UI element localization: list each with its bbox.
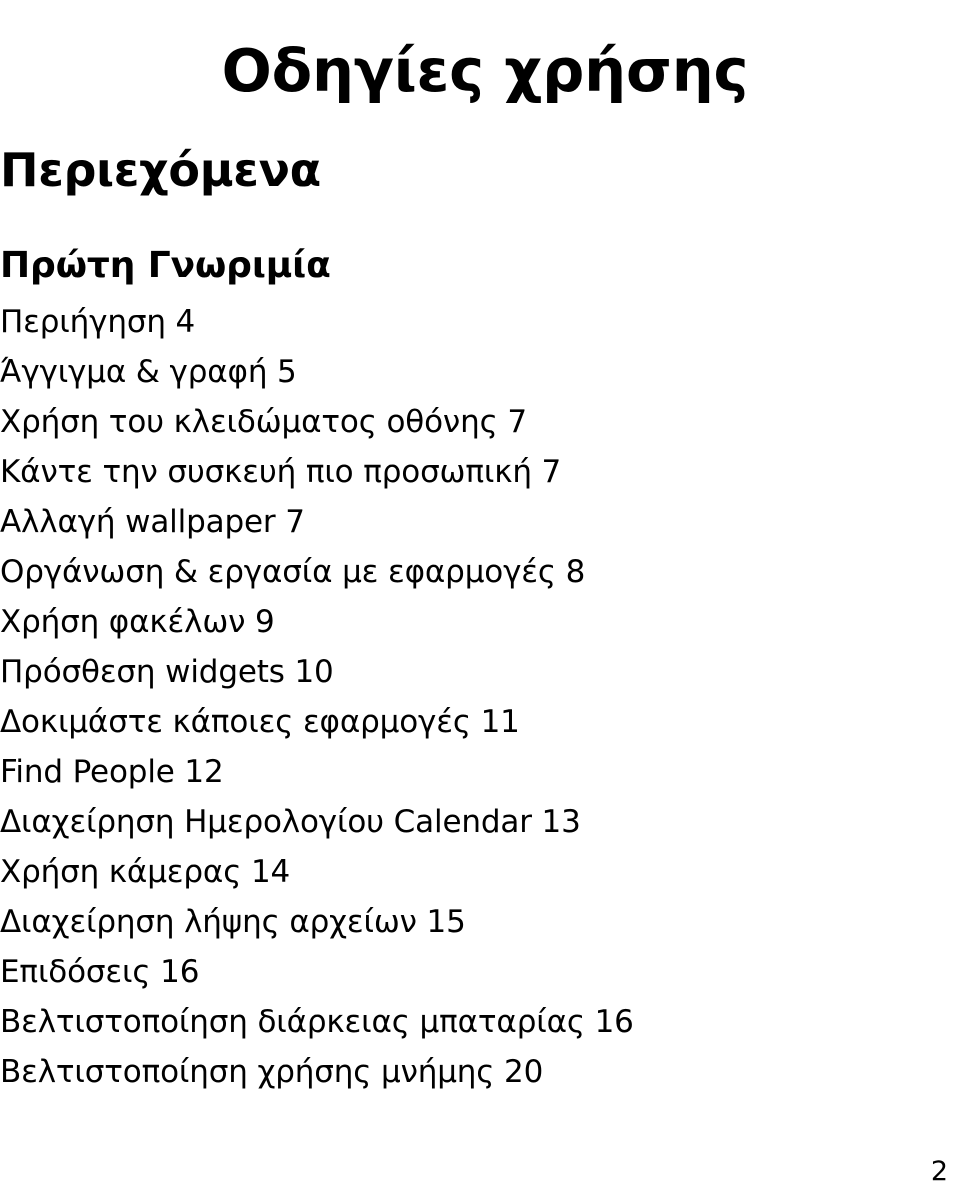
toc-entry[interactable]: Βελτιστοποίηση διάρκειας μπαταρίας 16 — [0, 997, 940, 1047]
document-title: Οδηγίες χρήσης — [221, 35, 749, 105]
toc-entry[interactable]: Επιδόσεις 16 — [0, 947, 940, 997]
toc-entry[interactable]: Χρήση του κλειδώματος οθόνης 7 — [0, 397, 940, 447]
toc-section-heading-first-acquaintance: Πρώτη Γνωριμία — [0, 245, 331, 286]
document-page: Οδηγίες χρήσης Περιεχόμενα Πρώτη Γνωριμί… — [0, 0, 960, 1189]
page-number: 2 — [930, 1156, 948, 1187]
toc-entry[interactable]: Δοκιμάστε κάποιες εφαρμογές 11 — [0, 697, 940, 747]
toc-entry[interactable]: Διαχείρηση Ημερολογίου Calendar 13 — [0, 797, 940, 847]
toc-entry[interactable]: Άγγιγμα & γραφή 5 — [0, 347, 940, 397]
toc-entry[interactable]: Χρήση φακέλων 9 — [0, 597, 940, 647]
table-of-contents-heading: Περιεχόμενα — [0, 143, 321, 198]
toc-entry[interactable]: Βελτιστοποίηση χρήσης μνήμης 20 — [0, 1047, 940, 1097]
table-of-contents-list: Περιήγηση 4 Άγγιγμα & γραφή 5 Χρήση του … — [0, 297, 940, 1097]
toc-entry[interactable]: Κάντε την συσκευή πιο προσωπική 7 — [0, 447, 940, 497]
toc-entry[interactable]: Περιήγηση 4 — [0, 297, 940, 347]
toc-entry[interactable]: Οργάνωση & εργασία με εφαρμογές 8 — [0, 547, 940, 597]
toc-entry[interactable]: Πρόσθεση widgets 10 — [0, 647, 940, 697]
toc-entry[interactable]: Find People 12 — [0, 747, 940, 797]
toc-entry[interactable]: Διαχείρηση λήψης αρχείων 15 — [0, 897, 940, 947]
toc-entry[interactable]: Χρήση κάμερας 14 — [0, 847, 940, 897]
toc-entry[interactable]: Αλλαγή wallpaper 7 — [0, 497, 940, 547]
